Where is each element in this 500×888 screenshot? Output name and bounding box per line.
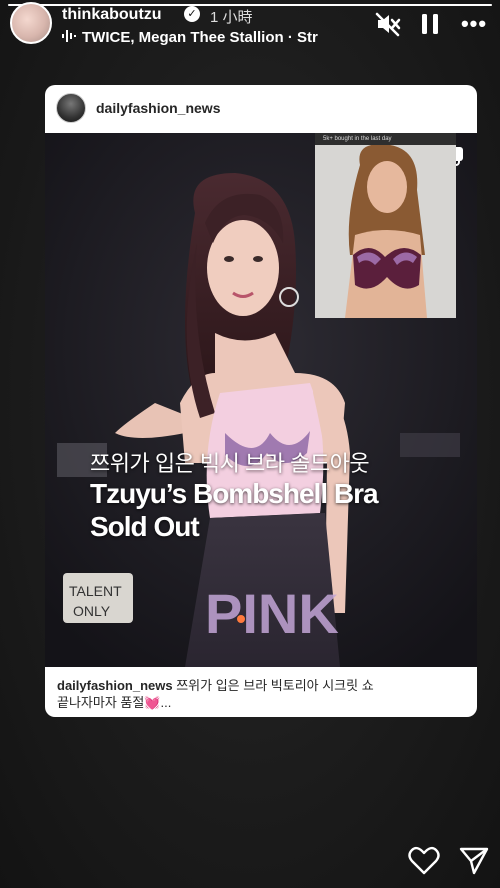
inset-banner: 5k+ bought in the last day [315, 133, 456, 145]
music-text: TWICE, Megan Thee Stallion · Str [82, 29, 318, 46]
pause-button[interactable] [416, 10, 444, 38]
music-bars-icon [62, 29, 76, 46]
post-avatar[interactable] [56, 93, 86, 123]
verified-badge-icon: ✓ [184, 6, 200, 22]
overlay-english-line2: Sold Out [90, 511, 200, 542]
more-options-button[interactable]: ••• [456, 10, 492, 38]
speaker-muted-icon [375, 12, 401, 37]
svg-text:ONLY: ONLY [73, 603, 111, 619]
heart-emoji: 💓 [144, 695, 161, 710]
heart-icon [408, 846, 440, 875]
story-username[interactable]: thinkaboutzu [62, 6, 162, 24]
caption-more[interactable]: ... [161, 695, 172, 710]
story-timestamp: 1 小時 [210, 9, 253, 26]
more-icon: ••• [460, 11, 488, 36]
overlay-english-line1: Tzuyu’s Bombshell Bra [90, 478, 379, 509]
pause-icon [422, 14, 438, 34]
post-caption[interactable]: dailyfashion_news 쯔위가 입은 브라 빅토리아 시크릿 쇼 끝… [57, 677, 467, 711]
send-icon [459, 847, 489, 875]
music-attribution[interactable]: TWICE, Megan Thee Stallion · Str [62, 29, 354, 46]
overlay-english-title: Tzuyu’s Bombshell Bra Sold Out [90, 477, 379, 543]
caption-text: 쯔위가 입은 브라 빅토리아 시크릿 쇼 [176, 678, 374, 693]
svg-text:TALENT: TALENT [69, 583, 122, 599]
post-username[interactable]: dailyfashion_news [96, 100, 220, 116]
caption-text-line2: 끝나자마자 품절 [57, 695, 145, 710]
mute-button[interactable] [374, 10, 402, 38]
svg-text:PINK: PINK [205, 582, 339, 645]
story-header: thinkaboutzu ✓ 1 小時 TWICE, Megan Thee St… [0, 0, 500, 56]
caption-username[interactable]: dailyfashion_news [57, 678, 173, 693]
product-inset-image: 5k+ bought in the last day [315, 133, 456, 318]
share-button[interactable] [458, 846, 490, 876]
post-header: dailyfashion_news [45, 85, 477, 133]
overlay-korean-title: 쯔위가 입은 빅시 브라 솔드아웃 [90, 451, 370, 476]
like-button[interactable] [408, 846, 440, 876]
product-model-illustration [315, 145, 456, 318]
shared-post-card[interactable]: dailyfashion_news TALENT ONLY PINK 5k+ b… [45, 85, 477, 717]
avatar[interactable] [10, 2, 52, 44]
story-viewer[interactable]: thinkaboutzu ✓ 1 小時 TWICE, Megan Thee St… [0, 0, 500, 888]
